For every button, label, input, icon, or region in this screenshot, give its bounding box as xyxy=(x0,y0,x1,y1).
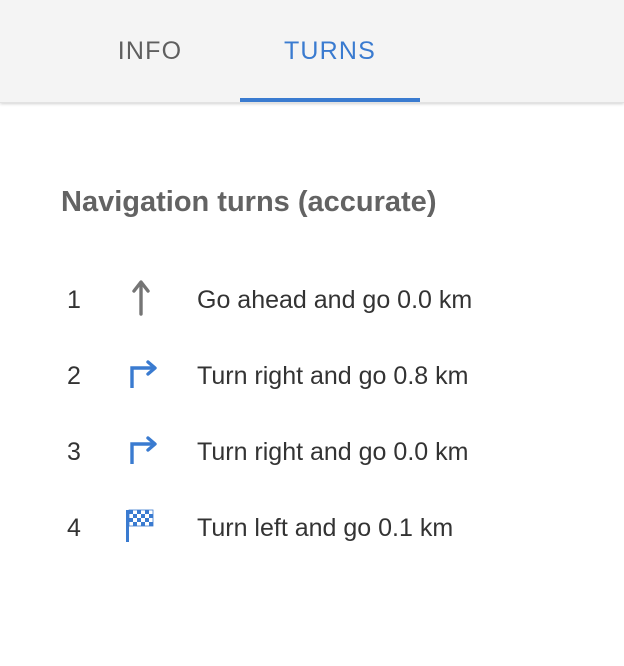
turn-row[interactable]: 3 Turn right and go 0.0 km xyxy=(0,414,624,490)
active-tab-indicator xyxy=(240,98,420,102)
turn-instruction: Go ahead and go 0.0 km xyxy=(197,286,473,314)
turn-number: 2 xyxy=(67,362,81,390)
turn-row[interactable]: 1 Go ahead and go 0.0 km xyxy=(0,262,624,338)
tab-info-label: INFO xyxy=(117,36,183,65)
tab-turns[interactable]: TURNS xyxy=(240,0,420,102)
turn-instruction: Turn right and go 0.8 km xyxy=(197,362,469,390)
turn-right-arrow-icon xyxy=(124,354,160,394)
turn-number: 1 xyxy=(67,286,81,314)
turn-row[interactable]: 4 Turn left and go 0.1 km xyxy=(0,490,624,566)
turn-list: 1 Go ahead and go 0.0 km 2 Turn right an… xyxy=(0,262,624,566)
turn-instruction: Turn left and go 0.1 km xyxy=(197,514,454,542)
turn-row[interactable]: 2 Turn right and go 0.8 km xyxy=(0,338,624,414)
straight-arrow-icon xyxy=(124,278,160,318)
tab-info[interactable]: INFO xyxy=(60,0,240,102)
tab-turns-label: TURNS xyxy=(283,36,377,65)
turn-number: 4 xyxy=(67,514,81,542)
turn-right-arrow-icon xyxy=(124,430,160,470)
turn-number: 3 xyxy=(67,438,81,466)
turn-instruction: Turn right and go 0.0 km xyxy=(197,438,469,466)
tab-bar: INFO TURNS xyxy=(0,0,624,103)
section-title: Navigation turns (accurate) xyxy=(61,186,437,218)
checkered-flag-icon xyxy=(124,506,160,546)
